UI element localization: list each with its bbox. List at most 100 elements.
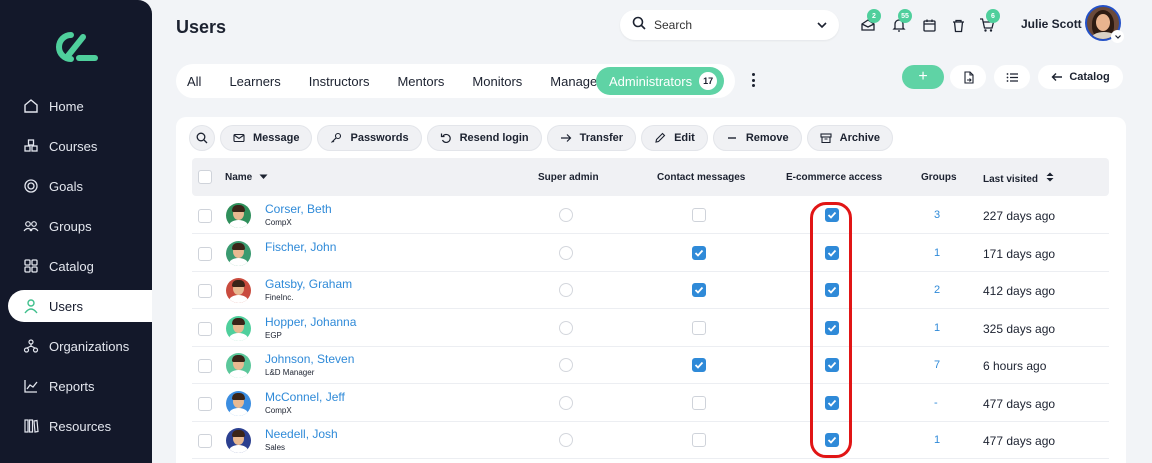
avatar <box>226 278 251 303</box>
trash-button[interactable] <box>949 16 967 34</box>
table-search-button[interactable] <box>189 125 215 151</box>
user-name-link[interactable]: Gatsby, Graham <box>265 277 352 291</box>
tab-count-badge: 17 <box>699 72 718 90</box>
user-name-link[interactable]: Corser, Beth <box>265 202 332 216</box>
groups-count-link[interactable]: - <box>934 397 938 409</box>
home-icon <box>22 97 40 115</box>
contact-messages-checkbox[interactable] <box>692 358 706 372</box>
user-name[interactable]: Julie Scott <box>1021 17 1082 31</box>
search-icon <box>632 16 646 35</box>
messages-badge: 2 <box>867 9 881 23</box>
edit-label: Edit <box>674 132 695 144</box>
messages-button[interactable]: 2 <box>859 9 881 34</box>
chevron-down-icon[interactable] <box>1111 30 1124 43</box>
calendar-button[interactable] <box>920 16 938 34</box>
contact-messages-checkbox[interactable] <box>692 283 706 297</box>
contact-messages-checkbox[interactable] <box>692 321 706 335</box>
row-checkbox[interactable] <box>198 322 212 336</box>
add-user-button[interactable]: + <box>902 65 944 89</box>
row-checkbox[interactable] <box>198 359 212 373</box>
row-checkbox[interactable] <box>198 434 212 448</box>
tab-all[interactable]: All <box>187 74 201 89</box>
row-checkbox[interactable] <box>198 284 212 298</box>
select-all-checkbox[interactable] <box>198 170 212 184</box>
sidebar-item-groups[interactable]: Groups <box>8 210 152 242</box>
user-name-link[interactable]: McConnel, Jeff <box>265 390 345 404</box>
sort-icon <box>1046 172 1054 182</box>
sidebar-item-resources[interactable]: Resources <box>8 410 152 442</box>
contact-messages-checkbox[interactable] <box>692 246 706 260</box>
export-button[interactable] <box>950 65 986 89</box>
groups-count-link[interactable]: 1 <box>934 322 940 334</box>
contact-messages-checkbox[interactable] <box>692 433 706 447</box>
col-ecommerce-access: E-commerce access <box>786 172 883 183</box>
search-icon <box>196 132 208 144</box>
super-admin-radio[interactable] <box>559 246 573 260</box>
super-admin-radio[interactable] <box>559 358 573 372</box>
remove-button[interactable]: Remove <box>712 125 802 151</box>
col-groups: Groups <box>921 172 957 183</box>
tab-mentors[interactable]: Mentors <box>397 74 444 89</box>
tab-monitors[interactable]: Monitors <box>472 74 522 89</box>
catalog-label: Catalog <box>1069 71 1110 83</box>
user-organization: L&D Manager <box>265 368 315 377</box>
target-icon <box>22 177 40 195</box>
tab-instructors[interactable]: Instructors <box>309 74 370 89</box>
user-name-link[interactable]: Hopper, Johanna <box>265 315 356 329</box>
table-header: Name Super admin Contact messages E-comm… <box>192 158 1109 196</box>
notifications-button[interactable]: 55 <box>890 9 912 34</box>
catalog-button[interactable]: Catalog <box>1038 65 1123 89</box>
brand-logo[interactable] <box>53 31 99 63</box>
row-checkbox[interactable] <box>198 209 212 223</box>
list-view-button[interactable] <box>994 65 1030 89</box>
sidebar-item-label: Courses <box>49 138 98 154</box>
groups-count-link[interactable]: 2 <box>934 284 940 296</box>
resend-login-button[interactable]: Resend login <box>426 125 542 151</box>
search-bar[interactable] <box>620 10 839 40</box>
avatar <box>226 428 251 453</box>
cart-badge: 6 <box>986 9 1000 23</box>
sidebar-item-home[interactable]: Home <box>8 90 152 122</box>
tab-administrators[interactable]: Administrators 17 <box>596 67 725 95</box>
groups-count-link[interactable]: 1 <box>934 434 940 446</box>
user-name-link[interactable]: Needell, Josh <box>265 427 338 441</box>
super-admin-radio[interactable] <box>559 283 573 297</box>
reports-icon <box>22 377 40 395</box>
col-name[interactable]: Name <box>225 172 268 183</box>
contact-messages-checkbox[interactable] <box>692 396 706 410</box>
minus-icon <box>727 137 736 139</box>
sidebar-item-label: Reports <box>49 378 95 394</box>
user-name-link[interactable]: Johnson, Steven <box>265 352 354 366</box>
tab-learners[interactable]: Learners <box>229 74 280 89</box>
search-input[interactable] <box>654 18 804 32</box>
contact-messages-checkbox[interactable] <box>692 208 706 222</box>
groups-count-link[interactable]: 3 <box>934 209 940 221</box>
super-admin-radio[interactable] <box>559 321 573 335</box>
sidebar-item-label: Groups <box>49 218 92 234</box>
groups-count-link[interactable]: 7 <box>934 359 940 371</box>
sidebar-item-catalog[interactable]: Catalog <box>8 250 152 282</box>
col-last-visited[interactable]: Last visited <box>983 172 1054 185</box>
transfer-button[interactable]: Transfer <box>546 125 637 151</box>
chevron-down-icon[interactable] <box>815 18 829 37</box>
sidebar-item-organizations[interactable]: Organizations <box>8 330 152 362</box>
super-admin-radio[interactable] <box>559 433 573 447</box>
user-name-link[interactable]: Fischer, John <box>265 240 336 254</box>
super-admin-radio[interactable] <box>559 208 573 222</box>
sidebar-item-courses[interactable]: Courses <box>8 130 152 162</box>
sidebar-item-goals[interactable]: Goals <box>8 170 152 202</box>
super-admin-radio[interactable] <box>559 396 573 410</box>
row-checkbox[interactable] <box>198 247 212 261</box>
row-checkbox[interactable] <box>198 397 212 411</box>
cart-button[interactable]: 6 <box>978 9 1000 34</box>
archive-button[interactable]: Archive <box>806 125 893 151</box>
edit-button[interactable]: Edit <box>641 125 708 151</box>
groups-count-link[interactable]: 1 <box>934 247 940 259</box>
resend-login-label: Resend login <box>459 132 529 144</box>
sidebar-item-label: Resources <box>49 418 112 434</box>
message-button[interactable]: Message <box>220 125 313 151</box>
sidebar-item-users[interactable]: Users <box>8 290 152 322</box>
passwords-button[interactable]: Passwords <box>317 125 422 151</box>
more-options-icon[interactable] <box>750 73 756 87</box>
sidebar-item-reports[interactable]: Reports <box>8 370 152 402</box>
